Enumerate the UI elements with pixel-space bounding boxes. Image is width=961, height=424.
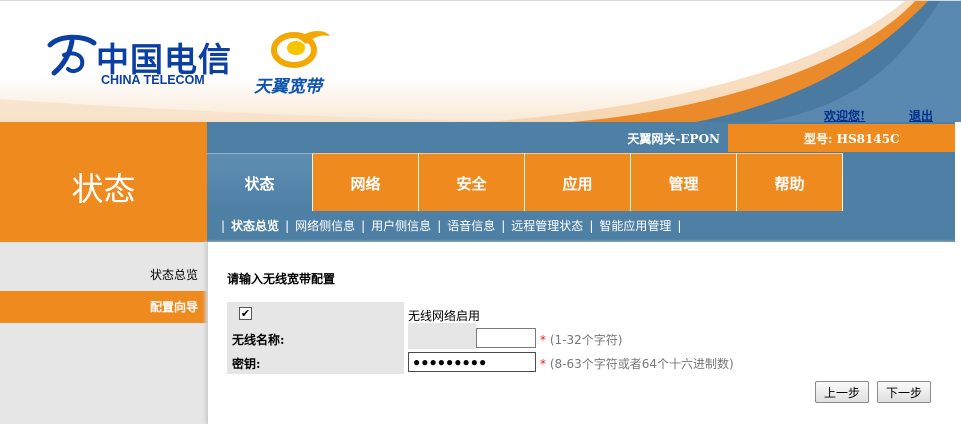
welcome-link[interactable]: 欢迎您! xyxy=(824,107,865,122)
required-mark: * xyxy=(540,333,546,347)
previous-step-button[interactable]: 上一步 xyxy=(815,381,870,403)
sidebar-item-status-overview[interactable]: 状态总览 xyxy=(0,259,207,291)
sidebar: 状态总览 配置向导 xyxy=(0,242,207,424)
product-name: 天翼宽带 xyxy=(254,77,322,97)
tab-network[interactable]: 网络 xyxy=(313,153,419,211)
sidebar-item-config-wizard[interactable]: 配置向导 xyxy=(0,291,207,323)
subnav-item-status-overview[interactable]: 状态总览 xyxy=(231,219,279,233)
brand-name-en: CHINA TELECOM xyxy=(101,73,205,87)
key-hint: * (8-63个字符或者64个十六进制数) xyxy=(540,355,734,372)
model-label: 型号: HS8145C xyxy=(804,132,900,146)
ssid-label: 无线名称: xyxy=(232,333,285,347)
subnav-separator: | xyxy=(285,219,290,233)
subnav-separator: | xyxy=(677,219,682,233)
china-telecom-logo-icon xyxy=(47,34,97,76)
ssid-hint-text: (1-32个字符) xyxy=(549,333,623,347)
key-input[interactable] xyxy=(408,352,536,372)
key-hint-text: (8-63个字符或者64个十六进制数) xyxy=(549,357,734,371)
subnav-separator: | xyxy=(437,219,442,233)
subnav-item-remote-management[interactable]: 远程管理状态 xyxy=(511,219,583,233)
subnav-separator: | xyxy=(221,219,226,233)
gateway-name: 天翼网关-EPON xyxy=(627,132,720,146)
sub-navigation: | 状态总览 | 网络侧信息 | 用户侧信息 | 语音信息 | 远程管理状态 | 智能应用管理 | xyxy=(207,211,955,242)
ssid-input[interactable] xyxy=(476,328,536,348)
key-label: 密钥: xyxy=(232,357,261,371)
gateway-bar: 天翼网关-EPON xyxy=(207,124,728,152)
wireless-enable-label: 无线网络启用 xyxy=(408,309,481,323)
tab-management[interactable]: 管理 xyxy=(631,153,737,211)
section-header: 状态 xyxy=(0,122,207,242)
ssid-prefix-block xyxy=(408,323,476,349)
tab-security[interactable]: 安全 xyxy=(419,153,525,211)
form-title: 请输入无线宽带配置 xyxy=(227,272,336,286)
main-tabs: 状态 网络 安全 应用 管理 帮助 xyxy=(207,153,843,211)
tab-application[interactable]: 应用 xyxy=(525,153,631,211)
wireless-enable-checkbox[interactable]: ✔ xyxy=(239,307,252,320)
logout-link[interactable]: 退出 xyxy=(909,107,933,122)
subnav-item-smart-app[interactable]: 智能应用管理 xyxy=(599,219,671,233)
tab-help[interactable]: 帮助 xyxy=(737,153,843,211)
next-step-button[interactable]: 下一步 xyxy=(877,381,932,403)
required-mark: * xyxy=(540,357,546,371)
subnav-item-voice-info[interactable]: 语音信息 xyxy=(447,219,495,233)
subnav-separator: | xyxy=(589,219,594,233)
header-banner: 中国电信 CHINA TELECOM 天翼宽带 欢迎您! 退出 xyxy=(0,0,961,122)
section-title: 状态 xyxy=(71,170,136,208)
form-label-column: ✔ 无线名称: 密钥: xyxy=(227,302,404,374)
subnav-separator: | xyxy=(501,219,506,233)
subnav-item-user-info[interactable]: 用户侧信息 xyxy=(371,219,431,233)
content-panel: 请输入无线宽带配置 ✔ 无线名称: 密钥: 无线网络启用 * (1-32个字符)… xyxy=(207,242,961,424)
subnav-separator: | xyxy=(361,219,366,233)
tab-status[interactable]: 状态 xyxy=(207,153,313,211)
subnav-item-network-info[interactable]: 网络侧信息 xyxy=(295,219,355,233)
tianyi-logo-icon xyxy=(271,31,330,68)
ssid-hint: * (1-32个字符) xyxy=(540,331,622,348)
model-box: 型号: HS8145C xyxy=(728,124,955,152)
